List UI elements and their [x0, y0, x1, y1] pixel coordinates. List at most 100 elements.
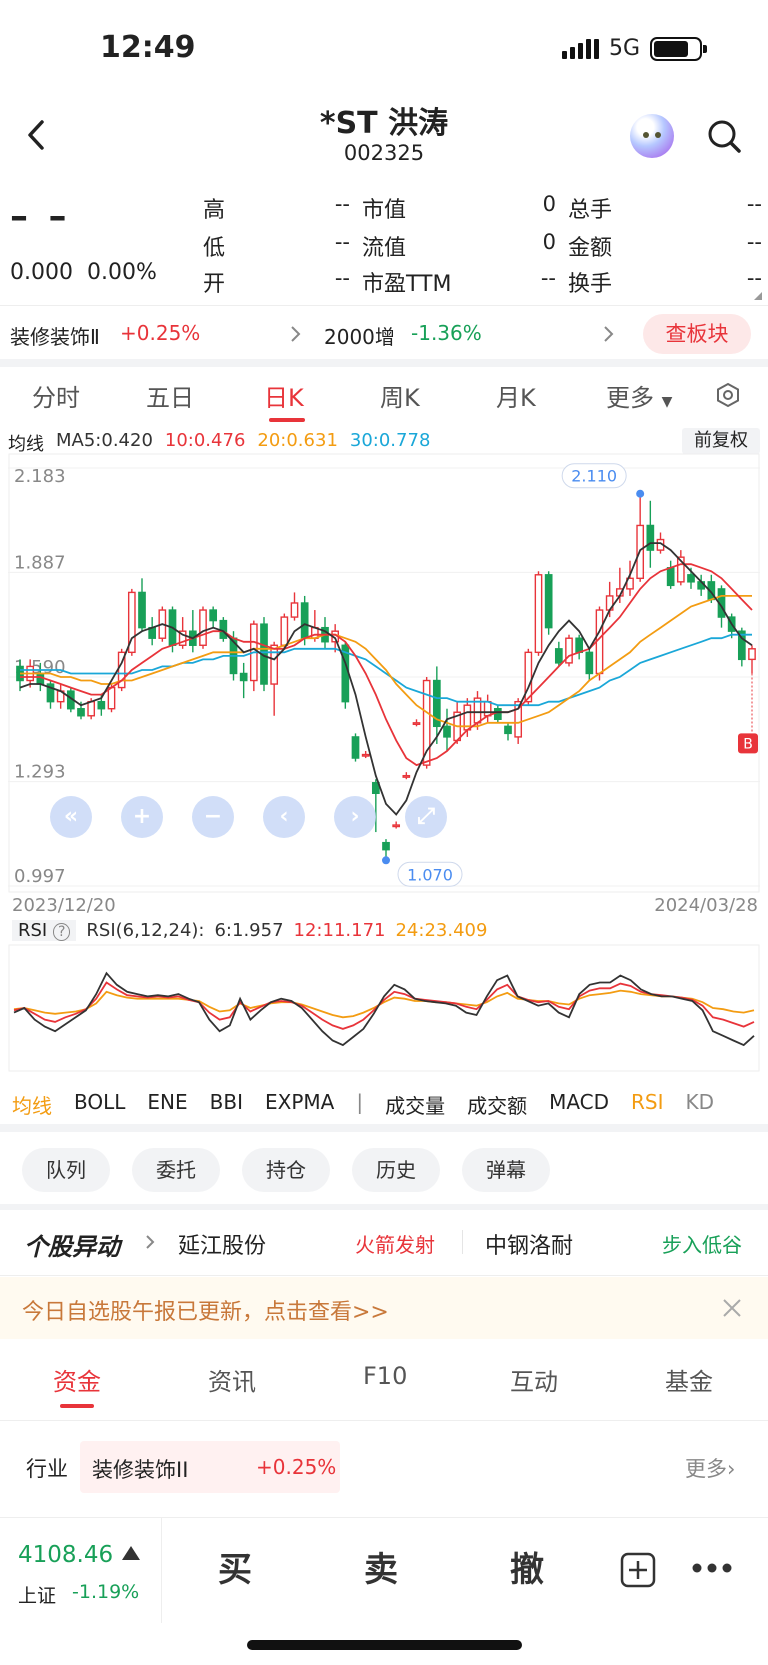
- high-label: 2.110: [571, 467, 617, 486]
- candle-body: [290, 602, 299, 618]
- indicator-turnover[interactable]: 成交额: [467, 1090, 527, 1119]
- industry-chip[interactable]: 装修装饰II +0.25%: [80, 1441, 340, 1493]
- candle: [361, 751, 370, 759]
- notice-banner[interactable]: 今日自选股午报已更新，点击查看>>: [0, 1277, 768, 1339]
- alert-stock-1[interactable]: 延江股份: [178, 1228, 266, 1260]
- indicator-kd[interactable]: KD: [686, 1090, 715, 1119]
- candle: [443, 708, 451, 752]
- y-tick-label: 1.293: [14, 762, 66, 783]
- candle-body: [219, 619, 228, 639]
- tab-monthly-k[interactable]: 月K: [496, 378, 536, 413]
- tab-intraday[interactable]: 分时: [32, 378, 80, 413]
- buy-button[interactable]: 买: [218, 1542, 252, 1591]
- tab-daily-k[interactable]: 日K: [264, 378, 304, 413]
- expand-corner-icon[interactable]: [754, 292, 762, 300]
- candle: [544, 571, 553, 635]
- index-value: 4108.46: [18, 1542, 114, 1568]
- tab-fund-holdings[interactable]: 基金: [665, 1362, 713, 1397]
- divider: [462, 1230, 463, 1254]
- rsi-chart[interactable]: [8, 944, 760, 1072]
- tab-five-day[interactable]: 五日: [146, 378, 194, 413]
- pill-danmaku[interactable]: 弹幕: [462, 1148, 550, 1192]
- adjust-button[interactable]: 前复权: [682, 428, 760, 454]
- indicator-selector: 均线 BOLL ENE BBI EXPMA | 成交量 成交额 MACD RSI…: [12, 1090, 768, 1119]
- indicator-rsi[interactable]: RSI: [631, 1090, 664, 1119]
- search-icon[interactable]: [706, 118, 742, 154]
- tab-capital[interactable]: 资金: [53, 1362, 101, 1397]
- rsi-params: RSI(6,12,24):: [86, 920, 205, 941]
- sector-name[interactable]: 装修装饰Ⅱ: [10, 321, 100, 350]
- pill-history[interactable]: 历史: [352, 1148, 440, 1192]
- candle-body: [554, 648, 563, 664]
- index-name[interactable]: 2000增: [324, 321, 395, 350]
- pill-orders[interactable]: 委托: [132, 1148, 220, 1192]
- industry-label: 行业: [26, 1457, 68, 1481]
- scroll-left-icon[interactable]: ‹: [263, 796, 305, 838]
- x-start-date: 2023/12/20: [12, 895, 116, 916]
- close-icon[interactable]: [722, 1298, 742, 1318]
- candle-body: [524, 651, 533, 703]
- candle-body: [351, 736, 360, 759]
- indicator-expma[interactable]: EXPMA: [265, 1090, 334, 1119]
- candle: [46, 680, 55, 709]
- stock-alert-row[interactable]: 个股异动 延江股份 火箭发射 中钢洛耐 步入低谷: [0, 1208, 768, 1276]
- indicator-ma[interactable]: 均线: [12, 1090, 52, 1119]
- indicator-separator: |: [356, 1090, 364, 1114]
- assistant-icon[interactable]: [630, 114, 674, 158]
- sell-button[interactable]: 卖: [364, 1542, 398, 1591]
- indicator-ene[interactable]: ENE: [147, 1090, 187, 1119]
- fullscreen-icon[interactable]: ⤢: [405, 796, 447, 838]
- stat-value: 0: [542, 230, 556, 254]
- indicator-volume[interactable]: 成交量: [385, 1090, 445, 1119]
- sector-row[interactable]: 装修装饰Ⅱ +0.25% 2000增 -1.36% 查板块: [0, 305, 768, 359]
- view-sector-button[interactable]: 查板块: [643, 314, 751, 354]
- settings-icon[interactable]: [715, 382, 741, 408]
- candle-body: [209, 609, 218, 622]
- candle: [392, 821, 401, 829]
- tab-news[interactable]: 资讯: [208, 1362, 256, 1397]
- battery-icon: [650, 36, 707, 61]
- status-icons: 5G: [561, 36, 707, 61]
- alert-tag-2: 步入低谷: [662, 1233, 742, 1257]
- notice-text[interactable]: 今日自选股午报已更新，点击查看>>: [22, 1294, 389, 1326]
- candle-body: [77, 708, 85, 717]
- add-icon[interactable]: [620, 1552, 656, 1588]
- indicator-boll[interactable]: BOLL: [74, 1090, 125, 1119]
- tab-f10[interactable]: F10: [363, 1362, 407, 1390]
- rewind-icon[interactable]: «: [50, 796, 92, 838]
- candlestick-chart[interactable]: 2.1831.8871.5901.2930.9972.1101.070B: [8, 453, 760, 893]
- tab-more[interactable]: 更多 ▼: [606, 378, 672, 413]
- chevron-right-icon: [146, 1235, 155, 1249]
- divider: [0, 359, 768, 367]
- alert-stock-2[interactable]: 中钢洛耐: [485, 1228, 573, 1260]
- indicator-macd[interactable]: MACD: [549, 1090, 609, 1119]
- pill-positions[interactable]: 持仓: [242, 1148, 330, 1192]
- more-options-icon[interactable]: [692, 1562, 732, 1574]
- zoom-out-icon[interactable]: −: [192, 796, 234, 838]
- candle: [117, 648, 126, 692]
- candle: [239, 662, 248, 699]
- tab-interaction[interactable]: 互动: [510, 1362, 558, 1397]
- candle: [290, 592, 299, 621]
- rsi-frame: [8, 944, 760, 1072]
- candle-body: [87, 700, 96, 717]
- help-icon[interactable]: ?: [52, 923, 71, 941]
- rsi-label[interactable]: RSI ?: [12, 920, 77, 941]
- cancel-order-button[interactable]: 撤: [510, 1542, 544, 1591]
- indicator-bbi[interactable]: BBI: [210, 1090, 243, 1119]
- candle: [585, 648, 594, 681]
- index-label: 上证: [18, 1585, 57, 1607]
- stat-value: --: [334, 266, 350, 290]
- rsi24-value: 24:23.409: [395, 920, 488, 941]
- zoom-in-icon[interactable]: +: [121, 796, 163, 838]
- index-quote[interactable]: 4108.46 上证 -1.19%: [0, 1518, 162, 1623]
- rsi12-value: 12:11.171: [293, 920, 386, 941]
- candle: [737, 627, 746, 667]
- pill-queue[interactable]: 队列: [22, 1148, 110, 1192]
- scroll-right-icon[interactable]: ›: [334, 796, 376, 838]
- candle-body: [544, 574, 553, 629]
- more-link[interactable]: 更多›: [685, 1453, 735, 1483]
- candle: [493, 705, 502, 723]
- tab-weekly-k[interactable]: 周K: [380, 378, 420, 413]
- candle-body: [412, 722, 421, 726]
